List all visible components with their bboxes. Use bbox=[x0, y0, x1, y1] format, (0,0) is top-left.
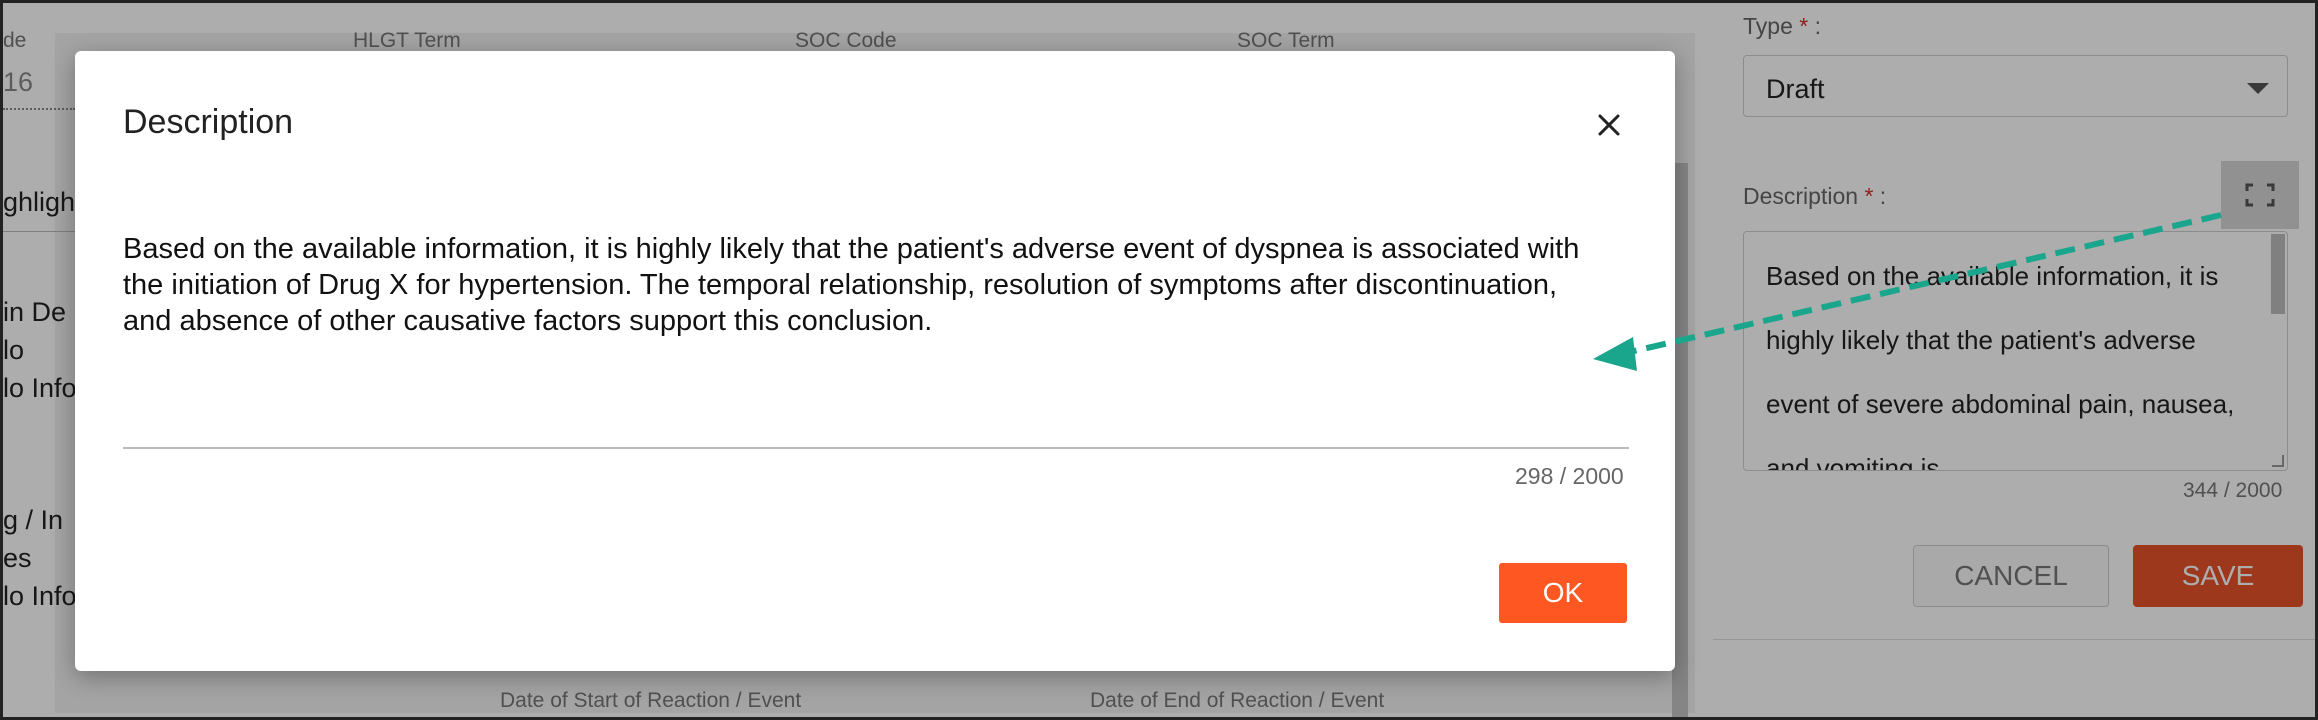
description-modal: Description Based on the available infor… bbox=[75, 51, 1675, 671]
ok-button[interactable]: OK bbox=[1499, 563, 1627, 623]
modal-title: Description bbox=[123, 103, 294, 141]
textarea-underline bbox=[123, 447, 1629, 449]
modal-char-count: 298 / 2000 bbox=[1515, 463, 1624, 489]
description-textarea-expanded[interactable]: Based on the available information, it i… bbox=[123, 231, 1583, 339]
close-button[interactable] bbox=[1587, 103, 1631, 147]
close-icon bbox=[1598, 114, 1620, 136]
screenshot-frame: de HLGT Term SOC Code SOC Term 16 ghligh… bbox=[0, 0, 2318, 720]
